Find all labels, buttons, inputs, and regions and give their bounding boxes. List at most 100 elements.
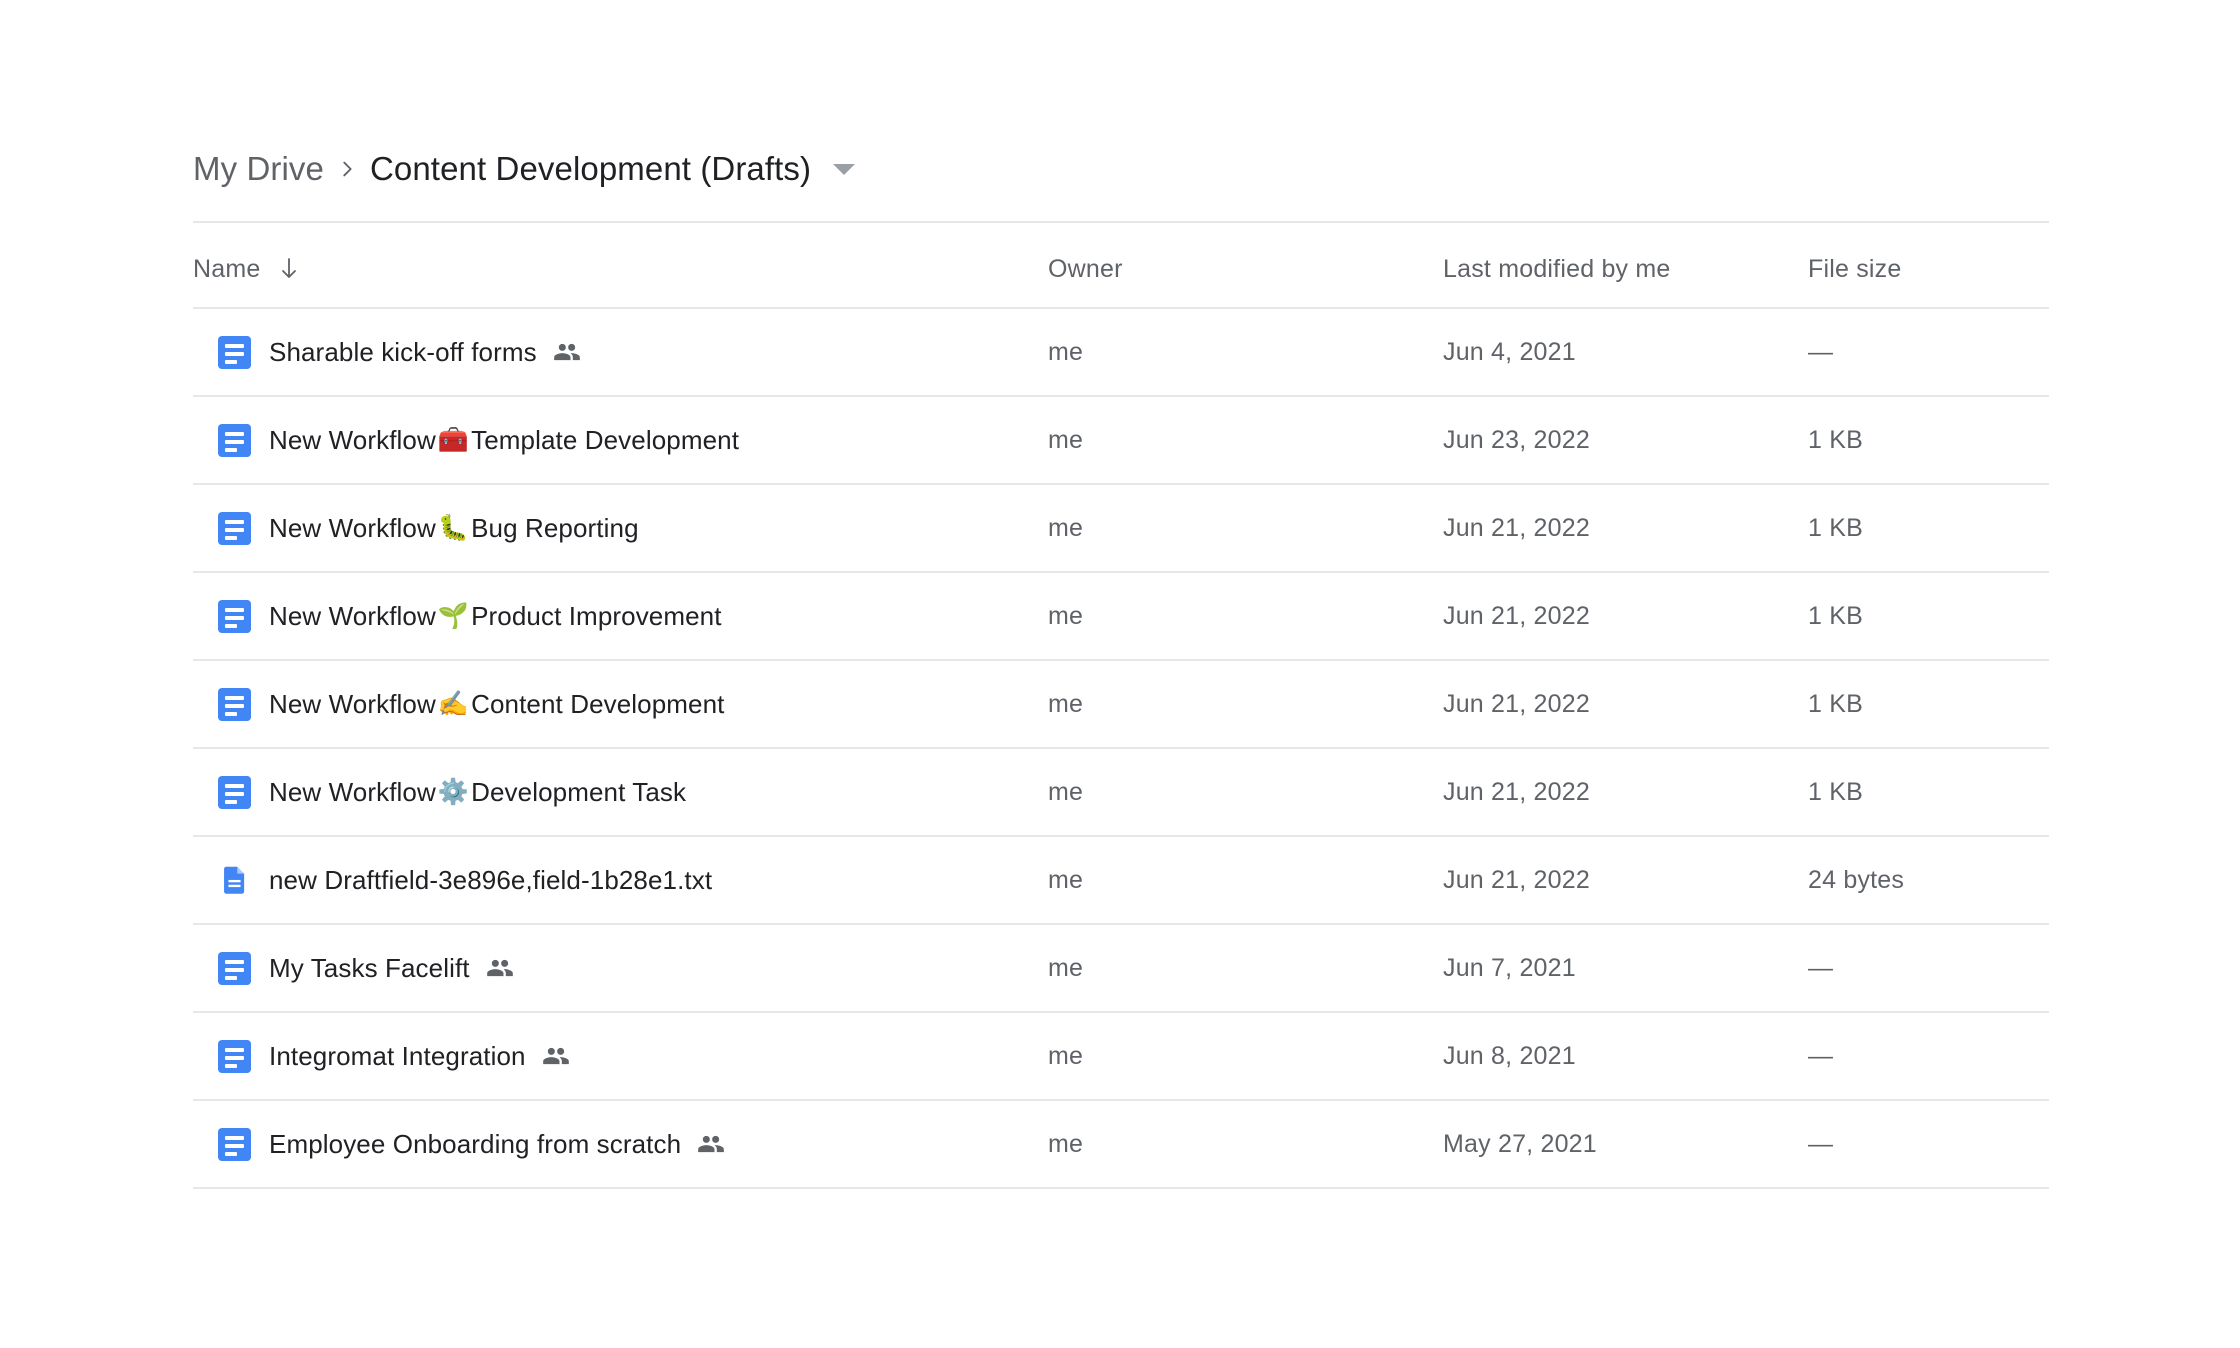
file-type-icon-cell bbox=[193, 1039, 269, 1073]
google-docs-icon bbox=[218, 335, 251, 369]
last-modified-value: Jun 21, 2022 bbox=[1443, 689, 1590, 718]
owner-value: me bbox=[1048, 1129, 1084, 1158]
file-name-text: Integromat Integration bbox=[269, 1040, 526, 1071]
file-name[interactable]: New Workflow 🐛 Bug Reporting bbox=[269, 513, 639, 544]
cell-last-modified: Jun 7, 2021 bbox=[1443, 954, 1808, 983]
column-header-file-size[interactable]: File size bbox=[1808, 255, 2049, 284]
breadcrumb-root-my-drive[interactable]: My Drive bbox=[193, 150, 324, 188]
file-name[interactable]: My Tasks Facelift bbox=[269, 953, 514, 984]
file-type-icon-cell bbox=[193, 951, 269, 985]
shared-people-icon bbox=[542, 1042, 570, 1070]
file-type-icon-cell bbox=[193, 864, 269, 897]
header-divider bbox=[193, 221, 2049, 223]
cell-last-modified: May 27, 2021 bbox=[1443, 1130, 1808, 1159]
cell-owner: me bbox=[1048, 426, 1443, 455]
cell-name[interactable]: New Workflow ⚙️ Development Task bbox=[193, 775, 1048, 809]
file-type-icon-cell bbox=[193, 423, 269, 457]
last-modified-value: Jun 21, 2022 bbox=[1443, 513, 1590, 542]
owner-value: me bbox=[1048, 425, 1084, 454]
arrow-down-icon[interactable] bbox=[277, 255, 301, 283]
cell-name[interactable]: New Workflow ✍️ Content Development bbox=[193, 687, 1048, 721]
file-name[interactable]: New Workflow 🧰 Template Development bbox=[269, 425, 739, 456]
file-size-value: — bbox=[1808, 337, 1834, 366]
cell-owner: me bbox=[1048, 338, 1443, 367]
file-name[interactable]: Integromat Integration bbox=[269, 1041, 570, 1072]
table-row[interactable]: My Tasks Facelift me Jun 7, 2021 — bbox=[193, 925, 2049, 1013]
chevron-down-icon[interactable] bbox=[833, 163, 856, 175]
file-size-value: 1 KB bbox=[1808, 777, 1863, 806]
cell-file-size: 1 KB bbox=[1808, 426, 2049, 455]
table-row[interactable]: Integromat Integration me Jun 8, 2021 — bbox=[193, 1013, 2049, 1101]
cell-owner: me bbox=[1048, 1042, 1443, 1071]
cell-name[interactable]: New Workflow 🐛 Bug Reporting bbox=[193, 511, 1048, 545]
file-type-icon-cell bbox=[193, 335, 269, 369]
cell-file-size: — bbox=[1808, 954, 2049, 983]
table-row[interactable]: New Workflow 🌱 Product Improvement me Jun … bbox=[193, 573, 2049, 661]
google-docs-icon bbox=[218, 775, 251, 809]
owner-value: me bbox=[1048, 513, 1084, 542]
file-name-text-suffix: Template Development bbox=[471, 424, 740, 455]
cell-name[interactable]: Employee Onboarding from scratch bbox=[193, 1127, 1048, 1161]
file-rows-container: Sharable kick-off forms me Jun 4, 2021 — New… bbox=[193, 309, 2049, 1189]
table-header-row: Name Owner Last modified by me File size bbox=[193, 231, 2049, 309]
cell-name[interactable]: new Draftfield-3e896e,field-1b28e1.txt bbox=[193, 864, 1048, 897]
file-name-text-suffix: Bug Reporting bbox=[471, 512, 639, 543]
file-name-text: New Workflow bbox=[269, 600, 436, 631]
file-name-emoji: 🌱 bbox=[437, 601, 470, 630]
table-row[interactable]: New Workflow 🧰 Template Development me Jun… bbox=[193, 397, 2049, 485]
google-docs-icon bbox=[218, 423, 251, 457]
table-row[interactable]: New Workflow ⚙️ Development Task me Jun 21… bbox=[193, 749, 2049, 837]
file-name[interactable]: New Workflow ⚙️ Development Task bbox=[269, 777, 686, 808]
table-row[interactable]: Sharable kick-off forms me Jun 4, 2021 — bbox=[193, 309, 2049, 397]
cell-name[interactable]: Integromat Integration bbox=[193, 1039, 1048, 1073]
cell-file-size: — bbox=[1808, 338, 2049, 367]
file-type-icon-cell bbox=[193, 687, 269, 721]
file-type-icon-cell bbox=[193, 511, 269, 545]
cell-file-size: 1 KB bbox=[1808, 514, 2049, 543]
last-modified-value: May 27, 2021 bbox=[1443, 1129, 1597, 1158]
file-name[interactable]: Sharable kick-off forms bbox=[269, 337, 581, 368]
last-modified-value: Jun 23, 2022 bbox=[1443, 425, 1590, 454]
shared-people-icon bbox=[553, 338, 581, 366]
file-name-text: New Workflow bbox=[269, 512, 436, 543]
cell-last-modified: Jun 8, 2021 bbox=[1443, 1042, 1808, 1071]
file-name[interactable]: new Draftfield-3e896e,field-1b28e1.txt bbox=[269, 865, 712, 896]
file-list-table: Name Owner Last modified by me File size bbox=[193, 231, 2049, 1189]
table-row[interactable]: Employee Onboarding from scratch me May 27… bbox=[193, 1101, 2049, 1189]
file-name[interactable]: New Workflow 🌱 Product Improvement bbox=[269, 601, 722, 632]
last-modified-value: Jun 4, 2021 bbox=[1443, 337, 1576, 366]
column-header-last-modified[interactable]: Last modified by me bbox=[1443, 255, 1808, 284]
file-name[interactable]: Employee Onboarding from scratch bbox=[269, 1129, 725, 1160]
cell-file-size: 1 KB bbox=[1808, 778, 2049, 807]
owner-value: me bbox=[1048, 337, 1084, 366]
breadcrumb-current-folder[interactable]: Content Development (Drafts) bbox=[370, 150, 811, 188]
file-name-text: Sharable kick-off forms bbox=[269, 336, 537, 367]
file-name-text-suffix: Product Improvement bbox=[471, 600, 722, 631]
table-row[interactable]: new Draftfield-3e896e,field-1b28e1.txt me… bbox=[193, 837, 2049, 925]
file-name-emoji: 🧰 bbox=[437, 425, 470, 454]
owner-value: me bbox=[1048, 1041, 1084, 1070]
cell-name[interactable]: My Tasks Facelift bbox=[193, 951, 1048, 985]
column-header-name[interactable]: Name bbox=[193, 255, 1048, 284]
table-row[interactable]: New Workflow 🐛 Bug Reporting me Jun 21, 20… bbox=[193, 485, 2049, 573]
column-header-owner[interactable]: Owner bbox=[1048, 255, 1443, 284]
cell-owner: me bbox=[1048, 778, 1443, 807]
cell-name[interactable]: Sharable kick-off forms bbox=[193, 335, 1048, 369]
cell-owner: me bbox=[1048, 1130, 1443, 1159]
cell-last-modified: Jun 23, 2022 bbox=[1443, 426, 1808, 455]
last-modified-value: Jun 8, 2021 bbox=[1443, 1041, 1576, 1070]
file-size-value: — bbox=[1808, 1041, 1834, 1070]
file-name-text: New Workflow bbox=[269, 776, 436, 807]
google-docs-icon bbox=[218, 1039, 251, 1073]
drive-file-list-page: My Drive Content Development (Drafts) Na… bbox=[0, 0, 2240, 1348]
file-type-icon-cell bbox=[193, 599, 269, 633]
last-modified-value: Jun 7, 2021 bbox=[1443, 953, 1576, 982]
column-header-name-label: Name bbox=[193, 254, 261, 283]
cell-owner: me bbox=[1048, 690, 1443, 719]
cell-name[interactable]: New Workflow 🧰 Template Development bbox=[193, 423, 1048, 457]
column-header-owner-label: Owner bbox=[1048, 254, 1123, 283]
file-name-text: New Workflow bbox=[269, 424, 436, 455]
table-row[interactable]: New Workflow ✍️ Content Development me Jun… bbox=[193, 661, 2049, 749]
cell-name[interactable]: New Workflow 🌱 Product Improvement bbox=[193, 599, 1048, 633]
file-name[interactable]: New Workflow ✍️ Content Development bbox=[269, 689, 725, 720]
